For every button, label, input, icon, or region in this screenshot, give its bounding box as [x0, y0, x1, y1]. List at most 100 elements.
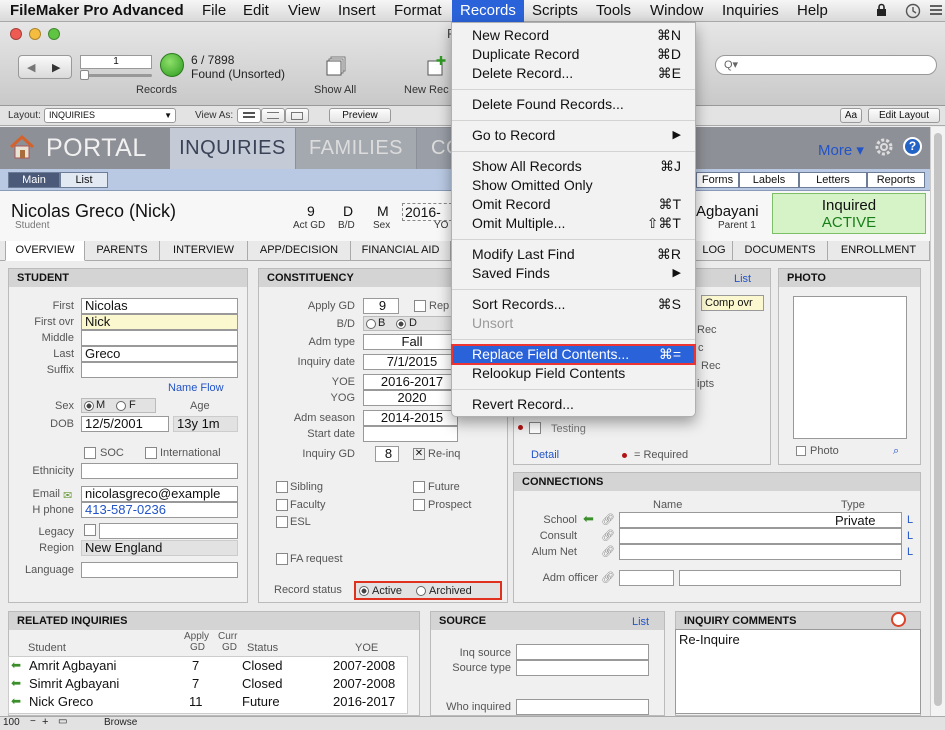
- menu-item-delete-found-records[interactable]: Delete Found Records...: [452, 95, 695, 114]
- table-row[interactable]: ⬅ Nick Greco 11 Future 2016-2017: [9, 693, 407, 711]
- adm-officer-code-field[interactable]: [619, 570, 674, 586]
- vertical-scrollbar[interactable]: [930, 127, 945, 717]
- adm-officer-name-field[interactable]: [679, 570, 901, 586]
- tab-enrollment[interactable]: ENROLLMENT: [828, 241, 930, 261]
- toggle-toolbar-icon[interactable]: ▭: [58, 716, 67, 727]
- menu-help[interactable]: Help: [797, 2, 828, 19]
- comp-ovr-field[interactable]: Comp ovr: [701, 295, 764, 311]
- consult-name-field[interactable]: [619, 528, 902, 544]
- menu-file[interactable]: File: [202, 2, 226, 19]
- consult-l-link[interactable]: L: [907, 530, 913, 542]
- menu-format[interactable]: Format: [394, 2, 442, 19]
- menu-item-delete-record[interactable]: Delete Record... ⌘E: [452, 64, 695, 83]
- alum-net-name-field[interactable]: [619, 544, 902, 560]
- future-checkbox[interactable]: [413, 481, 425, 493]
- go-arrow-icon[interactable]: ⬅: [11, 676, 21, 690]
- record-slider[interactable]: [80, 74, 152, 77]
- view-table-button[interactable]: [285, 108, 309, 123]
- menu-item-relookup-field-contents[interactable]: Relookup Field Contents: [452, 364, 695, 383]
- menu-edit[interactable]: Edit: [243, 2, 269, 19]
- forms-button[interactable]: Forms: [696, 172, 739, 188]
- gear-icon[interactable]: [874, 137, 894, 157]
- middle-name-field[interactable]: [81, 330, 238, 346]
- school-link-icon[interactable]: 🔗︎: [601, 513, 615, 526]
- inquiry-gd-field[interactable]: 8: [375, 446, 399, 462]
- new-record-icon[interactable]: [426, 55, 448, 77]
- menu-item-revert-record[interactable]: Revert Record...: [452, 395, 695, 414]
- preview-button[interactable]: Preview: [329, 108, 391, 123]
- adm-officer-link-icon[interactable]: 🔗︎: [601, 571, 615, 584]
- prospect-checkbox[interactable]: [413, 499, 425, 511]
- tab-log[interactable]: LOG: [696, 241, 733, 261]
- esl-checkbox[interactable]: [276, 516, 288, 528]
- language-field[interactable]: [81, 562, 238, 578]
- menu-item-sort-records[interactable]: Sort Records... ⌘S: [452, 295, 695, 314]
- reinq-checkbox[interactable]: ✕: [413, 448, 425, 460]
- email-field[interactable]: nicolasgreco@example: [81, 486, 238, 502]
- menu-window[interactable]: Window: [650, 2, 703, 19]
- menu-item-omit-multiple[interactable]: Omit Multiple... ⇧⌘T: [452, 214, 695, 233]
- school-go-arrow-icon[interactable]: ⬅: [583, 511, 594, 527]
- close-window-button[interactable]: [10, 28, 22, 40]
- timestamp-clock-icon[interactable]: [891, 612, 906, 627]
- tab-documents[interactable]: DOCUMENTS: [733, 241, 828, 261]
- start-date-field[interactable]: [363, 426, 458, 442]
- labels-button[interactable]: Labels: [739, 172, 799, 188]
- table-row[interactable]: ⬅ Simrit Agbayani 7 Closed 2007-2008: [9, 675, 407, 693]
- name-flow-link[interactable]: Name Flow: [168, 382, 224, 394]
- apply-gd-field[interactable]: 9: [363, 298, 399, 314]
- fa-request-checkbox[interactable]: [276, 553, 288, 565]
- table-row[interactable]: ⬅ Amrit Agbayani 7 Closed 2007-2008: [9, 657, 407, 675]
- ethnicity-field[interactable]: [81, 463, 238, 479]
- soc-checkbox[interactable]: [84, 447, 96, 459]
- show-all-icon[interactable]: [326, 55, 348, 77]
- checklist-list-link[interactable]: List: [734, 273, 751, 285]
- home-icon[interactable]: [8, 134, 36, 160]
- list-icon[interactable]: [930, 4, 942, 16]
- tab-families[interactable]: FAMILIES: [296, 128, 416, 169]
- sex-m-radio[interactable]: [84, 401, 94, 411]
- photo-checkbox[interactable]: [796, 446, 806, 456]
- testing-checkbox[interactable]: [529, 422, 541, 434]
- inq-source-field[interactable]: [516, 644, 649, 660]
- suffix-field[interactable]: [81, 362, 238, 378]
- email-send-icon[interactable]: ✉: [63, 489, 72, 502]
- main-view-button[interactable]: Main: [8, 172, 60, 188]
- last-name-field[interactable]: Greco: [81, 346, 238, 362]
- alum-net-link-icon[interactable]: 🔗︎: [601, 545, 615, 558]
- tab-parents[interactable]: PARENTS: [85, 241, 160, 261]
- tab-inquiries[interactable]: INQUIRIES: [170, 128, 295, 169]
- detail-link[interactable]: Detail: [531, 449, 559, 461]
- sibling-checkbox[interactable]: [276, 481, 288, 493]
- record-number-field[interactable]: 1: [80, 55, 152, 69]
- first-ovr-field[interactable]: Nick: [81, 314, 238, 330]
- go-arrow-icon[interactable]: ⬅: [11, 694, 21, 708]
- view-form-button[interactable]: [237, 108, 261, 123]
- dob-field[interactable]: 12/5/2001: [81, 416, 169, 432]
- first-name-field[interactable]: Nicolas: [81, 298, 238, 314]
- minimize-window-button[interactable]: [29, 28, 41, 40]
- previous-record-icon[interactable]: ◀: [27, 61, 35, 74]
- edit-layout-button[interactable]: Edit Layout: [868, 108, 940, 123]
- menu-item-omit-record[interactable]: Omit Record ⌘T: [452, 195, 695, 214]
- new-record-label[interactable]: New Rec: [404, 84, 449, 96]
- tab-financial-aid[interactable]: FINANCIAL AID: [351, 241, 451, 261]
- layout-select[interactable]: INQUIRIES ▼: [44, 108, 176, 123]
- menu-insert[interactable]: Insert: [338, 2, 376, 19]
- source-list-link[interactable]: List: [632, 616, 649, 628]
- menu-records[interactable]: Records: [452, 0, 524, 22]
- record-navigator[interactable]: ◀ ▶: [18, 55, 72, 79]
- tab-co[interactable]: CO: [417, 128, 462, 169]
- rep-checkbox[interactable]: [414, 300, 426, 312]
- zoom-out-icon[interactable]: −: [30, 716, 36, 727]
- menu-view[interactable]: View: [288, 2, 320, 19]
- h-phone-field[interactable]: 413-587-0236: [81, 502, 238, 518]
- search-field[interactable]: Q▾: [715, 55, 937, 75]
- menu-app[interactable]: FileMaker Pro Advanced: [10, 2, 184, 19]
- tab-interview[interactable]: INTERVIEW: [160, 241, 248, 261]
- tab-overview[interactable]: OVERVIEW: [5, 241, 85, 261]
- show-all-label[interactable]: Show All: [314, 84, 356, 96]
- menu-scripts[interactable]: Scripts: [532, 2, 578, 19]
- menu-item-new-record[interactable]: New Record ⌘N: [452, 26, 695, 45]
- menu-item-show-omitted-only[interactable]: Show Omitted Only: [452, 176, 695, 195]
